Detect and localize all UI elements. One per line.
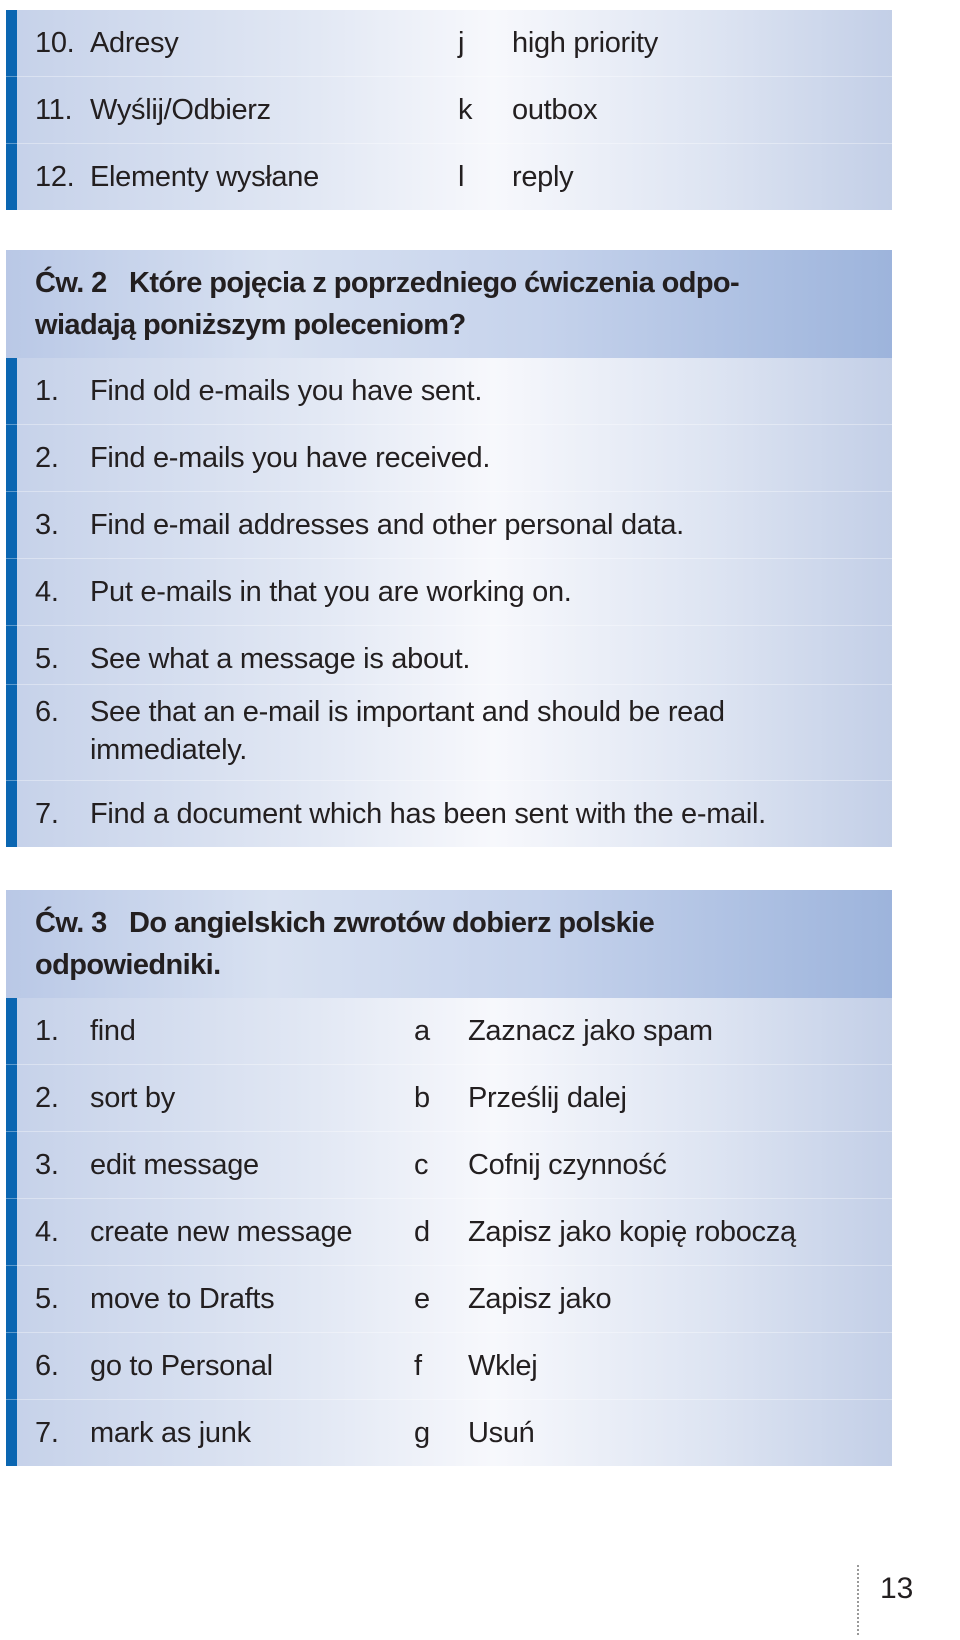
item-number: 1.	[35, 375, 59, 407]
item-number: 1.	[35, 1015, 59, 1047]
exercise-title: Do angielskich zwrotów dobierz polskie	[129, 907, 655, 939]
match-row: 1. find a Zaznacz jako spam	[6, 998, 892, 1064]
item-term: Zaznacz jako spam	[468, 1015, 713, 1047]
item-text: Find e-mails you have received.	[90, 442, 491, 474]
item-text: Find e-mail addresses and other personal…	[90, 509, 684, 541]
item-text: See that an e-mail is important and shou…	[90, 693, 725, 769]
item-number: 4.	[35, 576, 59, 608]
list-item: 2. Find e-mails you have received.	[6, 424, 892, 491]
item-text: Find old e-mails you have sent.	[90, 375, 483, 407]
match-row: 3. edit message c Cofnij czynność	[6, 1131, 892, 1198]
item-number: 5.	[35, 1283, 59, 1315]
exercise-label: Ćw. 3	[35, 907, 107, 939]
item-letter: g	[414, 1417, 430, 1449]
exercise2-header: Ćw. 2 Które pojęcia z poprzedniego ćwicz…	[6, 250, 892, 358]
item-letter: j	[458, 27, 465, 59]
item-text: create new message	[90, 1216, 353, 1248]
item-number: 10.	[35, 27, 75, 59]
match-row: 10. Adresy j high priority	[6, 10, 892, 76]
exercise2-box: Ćw. 2 Które pojęcia z poprzedniego ćwicz…	[6, 250, 892, 847]
match-row: 6. go to Personal f Wklej	[6, 1332, 892, 1399]
item-number: 12.	[35, 161, 75, 193]
item-text-line2: immediately.	[90, 734, 248, 766]
match-row: 5. move to Drafts e Zapisz jako	[6, 1265, 892, 1332]
match-row: 2. sort by b Prześlij dalej	[6, 1064, 892, 1131]
item-term: Wklej	[468, 1350, 538, 1382]
item-term: reply	[512, 161, 574, 193]
list-item: 4. Put e-mails in that you are working on…	[6, 558, 892, 625]
list-item: 5. See what a message is about.	[6, 625, 892, 684]
item-text-line1: See that an e-mail is important and shou…	[90, 696, 725, 728]
item-letter: b	[414, 1082, 430, 1114]
item-number: 6.	[35, 696, 59, 728]
item-number: 7.	[35, 798, 59, 830]
item-term: Zapisz jako kopię roboczą	[468, 1216, 796, 1248]
exercise-title-cont: wiadają poniższym poleceniom?	[35, 309, 466, 341]
item-text: Wyślij/Odbierz	[90, 94, 271, 126]
item-letter: d	[414, 1216, 430, 1248]
item-text: go to Personal	[90, 1350, 273, 1382]
exercise-title-cont: odpowiedniki.	[35, 949, 221, 981]
item-letter: l	[458, 161, 465, 193]
item-letter: f	[414, 1350, 422, 1382]
item-term: high priority	[512, 27, 658, 59]
item-text: move to Drafts	[90, 1283, 275, 1315]
item-text: See what a message is about.	[90, 643, 471, 675]
item-number: 3.	[35, 1149, 59, 1181]
match-row: 7. mark as junk g Usuń	[6, 1399, 892, 1466]
item-term: Prześlij dalej	[468, 1082, 627, 1114]
match-row: 12. Elementy wysłane l reply	[6, 143, 892, 210]
exercise-title: Które pojęcia z poprzedniego ćwiczenia o…	[129, 267, 740, 299]
item-text: Find a document which has been sent with…	[90, 798, 766, 830]
exercise-label: Ćw. 2	[35, 267, 107, 299]
item-number: 2.	[35, 1082, 59, 1114]
exercise3-box: Ćw. 3 Do angielskich zwrotów dobierz pol…	[6, 890, 892, 1466]
item-text: sort by	[90, 1082, 175, 1114]
item-text: Elementy wysłane	[90, 161, 319, 193]
item-term: Usuń	[468, 1417, 535, 1449]
item-term: Cofnij czynność	[468, 1149, 667, 1181]
exercise3-header: Ćw. 3 Do angielskich zwrotów dobierz pol…	[6, 890, 892, 998]
item-text: mark as junk	[90, 1417, 251, 1449]
page-number-divider	[857, 1565, 859, 1635]
item-term: Zapisz jako	[468, 1283, 612, 1315]
item-number: 4.	[35, 1216, 59, 1248]
list-item: 7. Find a document which has been sent wi…	[6, 780, 892, 847]
item-number: 7.	[35, 1417, 59, 1449]
exercise1-continued-box: 10. Adresy j high priority 11. Wyślij/Odbier…	[6, 10, 892, 210]
item-term: outbox	[512, 94, 598, 126]
list-item: 3. Find e-mail addresses and other person…	[6, 491, 892, 558]
item-text: Put e-mails in that you are working on.	[90, 576, 572, 608]
match-row: 11. Wyślij/Odbierz k outbox	[6, 76, 892, 143]
item-letter: e	[414, 1283, 430, 1315]
item-letter: k	[458, 94, 473, 126]
item-text: Adresy	[90, 27, 179, 59]
item-text: edit message	[90, 1149, 259, 1181]
item-number: 6.	[35, 1350, 59, 1382]
item-number: 5.	[35, 643, 59, 675]
page-number: 13	[880, 1572, 914, 1605]
item-letter: c	[414, 1149, 429, 1181]
match-row: 4. create new message d Zapisz jako kopię r…	[6, 1198, 892, 1265]
list-item: 1. Find old e-mails you have sent.	[6, 358, 892, 424]
item-letter: a	[414, 1015, 430, 1047]
item-number: 11.	[35, 94, 73, 126]
item-number: 2.	[35, 442, 59, 474]
item-number: 3.	[35, 509, 59, 541]
list-item: 6. See that an e-mail is important and sh…	[6, 684, 892, 780]
item-text: find	[90, 1015, 136, 1047]
